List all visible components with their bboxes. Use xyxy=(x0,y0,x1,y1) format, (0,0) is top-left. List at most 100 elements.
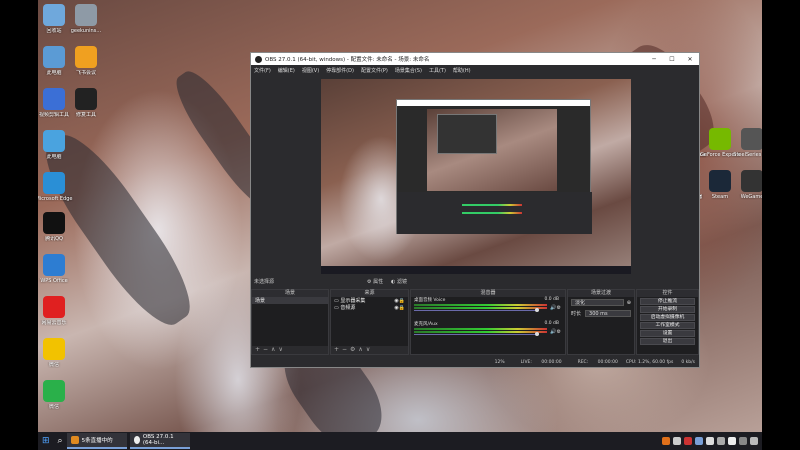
volume-icon[interactable] xyxy=(728,437,736,445)
mixer-track: 麦克风/Aux 0.0 dB 🔊⚙ xyxy=(411,321,565,336)
source-label: 音频源 xyxy=(340,305,356,311)
wechat-app-icon xyxy=(43,338,65,360)
stop-streaming-button[interactable]: 停止推流 xyxy=(640,298,695,305)
notification-icon[interactable] xyxy=(750,437,758,445)
edge-icon xyxy=(43,172,65,194)
start-button[interactable]: ⊞ xyxy=(38,433,54,449)
maximize-icon[interactable]: ☐ xyxy=(663,56,681,63)
scenes-toolbar[interactable]: +−∧∨ xyxy=(252,346,328,354)
desktop-shortcut[interactable]: 微信 xyxy=(38,380,74,410)
volume-meter xyxy=(414,331,547,333)
duration-row: 时长 300 ms xyxy=(568,308,634,319)
menu-tools[interactable]: 工具(T) xyxy=(429,67,446,74)
volume-knob[interactable] xyxy=(535,308,539,312)
menu-help[interactable]: 帮助(H) xyxy=(453,67,471,74)
wps-icon xyxy=(43,254,65,276)
dropped-frames: 12% xyxy=(494,359,505,365)
filters-button[interactable]: ◐ 滤镜 xyxy=(391,278,407,285)
bee-app-icon xyxy=(75,46,97,68)
desktop-shortcut[interactable]: 修复工具 xyxy=(66,88,106,118)
tool-app-icon xyxy=(75,88,97,110)
shortcut-label: 微信 xyxy=(48,404,59,410)
visibility-icon[interactable]: ◉🔒 xyxy=(394,305,405,311)
menu-view[interactable]: 视图(V) xyxy=(302,67,319,74)
volume-slider[interactable] xyxy=(414,310,539,311)
folder-blue-icon xyxy=(43,88,65,110)
tray-icon[interactable] xyxy=(684,437,692,445)
volume-knob[interactable] xyxy=(535,332,539,336)
studio-mode-button[interactable]: 工作室模式 xyxy=(640,322,695,329)
close-icon[interactable]: ✕ xyxy=(681,56,699,63)
desktop: 回收站 geekunins… 此电脑 飞书会议 视频剪辑工具 修复工具 此电脑 Microso… xyxy=(38,0,762,432)
virtual-camera-button[interactable]: 启动虚拟摄像机 xyxy=(640,314,695,321)
menu-edit[interactable]: 编辑(E) xyxy=(278,67,295,74)
desktop-shortcut[interactable]: 腾讯QQ xyxy=(38,212,74,242)
desktop-shortcut[interactable]: 此电脑 xyxy=(38,130,74,160)
obs-logo-icon xyxy=(255,55,262,63)
obs-source-toolbar: 未选择源 ⚙ 属性 ◐ 滤镜 xyxy=(251,276,699,286)
shortcut-label: Microsoft Edge xyxy=(38,196,73,202)
visibility-icon[interactable]: ◉🔒 xyxy=(394,298,405,304)
obs-window[interactable]: OBS 27.0.1 (64-bit, windows) - 配置文件: 未命名… xyxy=(250,52,700,368)
desktop-shortcut[interactable]: Microsoft Edge xyxy=(38,172,74,202)
obs-titlebar[interactable]: OBS 27.0.1 (64-bit, windows) - 配置文件: 未命名… xyxy=(251,53,699,65)
live-app-icon xyxy=(70,436,79,444)
add-transition-icon[interactable]: ⊕ xyxy=(627,300,631,306)
menu-profile[interactable]: 配置文件(P) xyxy=(361,67,388,74)
tray-icon[interactable] xyxy=(739,437,747,445)
source-item[interactable]: ▭ 音频源 ◉🔒 xyxy=(331,304,408,311)
search-icon[interactable]: ⌕ xyxy=(54,433,67,449)
exit-button[interactable]: 退出 xyxy=(640,338,695,345)
menu-file[interactable]: 文件(F) xyxy=(254,67,271,74)
properties-button[interactable]: ⚙ 属性 xyxy=(367,278,383,285)
microphone-icon[interactable] xyxy=(717,437,725,445)
shortcut-label: WPS Office xyxy=(40,278,68,284)
tray-icon[interactable] xyxy=(673,437,681,445)
transition-select[interactable]: 淡化 xyxy=(571,299,624,306)
taskbar: ⊞ ⌕ 5条直播中的 OBS 27.0.1 (64-bi… xyxy=(38,432,762,450)
preview-taskbar xyxy=(321,266,631,274)
source-item[interactable]: ▭ 显示器采集 ◉🔒 xyxy=(331,297,408,304)
desktop-shortcut[interactable]: WeGame xyxy=(732,170,762,200)
menu-docks[interactable]: 停靠部件(D) xyxy=(326,67,354,74)
system-tray xyxy=(659,437,762,445)
tray-icon[interactable] xyxy=(695,437,703,445)
live-label-text: LIVE: xyxy=(520,359,532,365)
shortcut-label: 腾讯QQ xyxy=(45,236,63,242)
desktop-shortcut[interactable]: geekunins… xyxy=(66,4,106,34)
sources-toolbar[interactable]: +−⚙∧∨ xyxy=(331,346,408,354)
preview-desktop-capture xyxy=(321,79,631,274)
menu-scene-collection[interactable]: 场景集合(S) xyxy=(395,67,422,74)
live-label: LIVE: 00:00:00 xyxy=(513,360,562,365)
track-name: 麦克风/Aux xyxy=(414,322,438,327)
recycle-bin-icon xyxy=(43,4,65,26)
settings-button[interactable]: 设置 xyxy=(640,330,695,337)
desktop-shortcut[interactable]: 网易云音乐 xyxy=(38,296,74,326)
cpu-usage: CPU: 1.2%, 60.00 fps xyxy=(625,359,674,365)
speaker-icon[interactable]: 🔊⚙ xyxy=(550,305,561,311)
shortcut-label: WeGame xyxy=(740,194,762,200)
duration-input[interactable]: 300 ms xyxy=(585,310,631,317)
monitor-icon xyxy=(43,130,65,152)
minimize-icon[interactable]: ─ xyxy=(645,56,663,63)
desktop-shortcut[interactable]: 飞书会议 xyxy=(66,46,106,76)
transitions-header: 场景过渡 xyxy=(568,290,634,297)
tray-icon[interactable] xyxy=(706,437,714,445)
desktop-shortcut[interactable]: WPS Office xyxy=(38,254,74,284)
tray-icon[interactable] xyxy=(662,437,670,445)
speaker-icon[interactable]: 🔊⚙ xyxy=(550,329,561,335)
volume-meter xyxy=(414,304,547,306)
scene-item[interactable]: 场景 xyxy=(252,297,328,304)
volume-slider[interactable] xyxy=(414,334,539,335)
start-recording-button[interactable]: 开始录制 xyxy=(640,306,695,313)
desktop-shortcut[interactable]: SteelSeries GG xyxy=(732,128,762,158)
taskbar-app-obs[interactable]: OBS 27.0.1 (64-bi… xyxy=(129,433,190,449)
mixer-track: 桌面音频 Voice 0.0 dB 🔊⚙ xyxy=(411,297,565,312)
desktop-shortcut[interactable]: 微信 xyxy=(38,338,74,368)
rec-time: 00:00:00 xyxy=(597,359,618,365)
obs-preview[interactable] xyxy=(321,79,631,274)
shortcut-label: 网易云音乐 xyxy=(41,320,67,326)
shortcut-label: 此电脑 xyxy=(46,154,62,160)
track-db: 0.0 dB xyxy=(544,297,559,302)
taskbar-app-live[interactable]: 5条直播中的 xyxy=(66,433,127,449)
